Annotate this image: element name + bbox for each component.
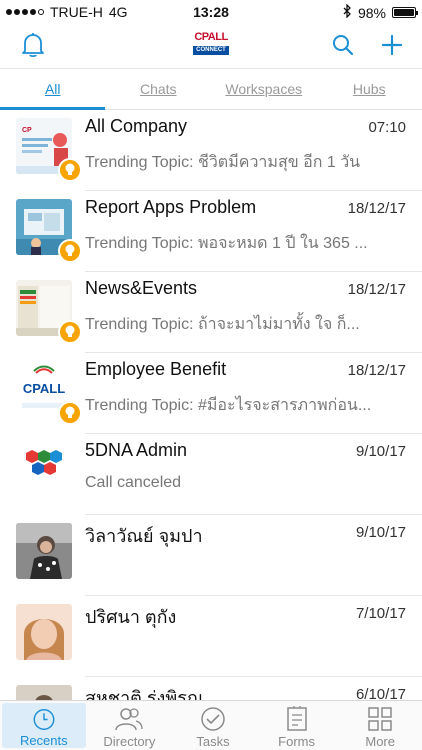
tab-bar: All Chats Workspaces Hubs bbox=[0, 68, 422, 110]
item-subtitle: Trending Topic: #มีอะไรจะสารภาพก่อน... bbox=[85, 397, 372, 414]
list-item[interactable]: CP All Company 07:10 Trending Topic: ชีว… bbox=[0, 110, 422, 191]
item-title: 5DNA Admin bbox=[85, 440, 188, 460]
user-avatar bbox=[16, 685, 72, 700]
add-button[interactable] bbox=[375, 28, 409, 62]
item-subtitle: Trending Topic: ชีวิตมีความสุข อีก 1 วัน bbox=[85, 154, 361, 171]
lightbulb-icon bbox=[65, 406, 75, 418]
lightbulb-icon bbox=[65, 244, 75, 256]
app-header: CPALL CONNECT bbox=[0, 24, 422, 66]
user-avatar bbox=[16, 604, 72, 660]
logo-text: CPALL bbox=[194, 31, 228, 43]
tab-workspaces[interactable]: Workspaces bbox=[211, 69, 317, 109]
item-date: 18/12/17 bbox=[347, 200, 406, 217]
list-item[interactable]: สหชาติ รุ่งพิรุณ 6/10/17 bbox=[0, 677, 422, 700]
nav-label: Forms bbox=[278, 734, 315, 749]
battery-percent: 98% bbox=[357, 4, 386, 21]
item-date: 7/10/17 bbox=[355, 605, 406, 622]
item-title: ปริศนา ตุกัง bbox=[85, 607, 177, 627]
trending-badge bbox=[58, 320, 82, 344]
nav-recents[interactable]: Recents bbox=[2, 703, 86, 748]
svg-text:CP: CP bbox=[22, 127, 32, 134]
item-title: สหชาติ รุ่งพิรุณ bbox=[85, 688, 204, 700]
people-icon bbox=[115, 708, 144, 731]
bottom-nav: Recents Directory Tasks Forms More bbox=[0, 700, 422, 750]
nav-label: More bbox=[365, 734, 395, 749]
search-icon bbox=[333, 35, 354, 56]
nav-more[interactable]: More bbox=[338, 701, 422, 750]
status-bar: TRUE-H 4G 13:28 98% bbox=[0, 0, 422, 24]
item-subtitle: Trending Topic: ถ้าจะมาไม่มาทั้ง ใจ ก็..… bbox=[85, 316, 360, 333]
recents-list: CP All Company 07:10 Trending Topic: ชีว… bbox=[0, 110, 422, 700]
nav-forms[interactable]: Forms bbox=[255, 701, 339, 750]
user-avatar bbox=[16, 523, 72, 579]
plus-icon bbox=[381, 34, 403, 56]
nav-label: Directory bbox=[103, 734, 156, 749]
logo-subtext: CONNECT bbox=[193, 46, 229, 55]
nav-label: Tasks bbox=[196, 734, 230, 749]
nav-label: Recents bbox=[19, 733, 68, 748]
nav-directory[interactable]: Directory bbox=[88, 701, 172, 750]
item-title: วิลาวัณย์ จุมปา bbox=[85, 526, 203, 546]
item-date: 9/10/17 bbox=[355, 524, 406, 541]
notification-button[interactable] bbox=[16, 28, 50, 62]
lightbulb-icon bbox=[65, 163, 75, 175]
tab-hubs[interactable]: Hubs bbox=[317, 69, 422, 109]
group-avatar bbox=[16, 442, 72, 498]
item-date: 07:10 bbox=[368, 119, 406, 136]
list-item[interactable]: CPALL Employee Benefit 18/12/17 Trending… bbox=[0, 353, 422, 434]
item-title: Employee Benefit bbox=[85, 359, 227, 379]
battery-icon bbox=[392, 7, 418, 18]
bluetooth-icon bbox=[343, 3, 352, 21]
bell-icon bbox=[22, 33, 44, 58]
tab-chats[interactable]: Chats bbox=[106, 69, 212, 109]
nav-tasks[interactable]: Tasks bbox=[171, 701, 255, 750]
trending-badge bbox=[58, 239, 82, 263]
clock-icon bbox=[33, 709, 55, 730]
item-title: News&Events bbox=[85, 278, 198, 298]
form-icon bbox=[286, 706, 307, 731]
item-title: Report Apps Problem bbox=[85, 197, 257, 217]
item-date: 9/10/17 bbox=[355, 443, 406, 460]
grid-icon bbox=[368, 707, 392, 731]
list-item[interactable]: Report Apps Problem 18/12/17 Trending To… bbox=[0, 191, 422, 272]
list-item[interactable]: ปริศนา ตุกัง 7/10/17 bbox=[0, 596, 422, 677]
item-title: All Company bbox=[85, 116, 188, 136]
tab-all[interactable]: All bbox=[0, 69, 106, 109]
list-item[interactable]: 5DNA Admin 9/10/17 Call canceled bbox=[0, 434, 422, 515]
lightbulb-icon bbox=[65, 325, 75, 337]
cpall-logo-text: CPALL bbox=[23, 381, 65, 396]
item-date: 18/12/17 bbox=[347, 362, 406, 379]
search-button[interactable] bbox=[326, 28, 360, 62]
list-item[interactable]: News&Events 18/12/17 Trending Topic: ถ้า… bbox=[0, 272, 422, 353]
trending-badge bbox=[58, 158, 82, 182]
item-subtitle: Trending Topic: พอจะหมด 1 ปี ใน 365 ... bbox=[85, 235, 368, 252]
item-subtitle: Call canceled bbox=[85, 474, 182, 491]
item-date: 18/12/17 bbox=[347, 281, 406, 298]
trending-badge bbox=[58, 401, 82, 425]
item-date: 6/10/17 bbox=[355, 686, 406, 700]
app-logo: CPALL CONNECT bbox=[193, 28, 229, 60]
checkmark-icon bbox=[201, 707, 225, 731]
list-item[interactable]: วิลาวัณย์ จุมปา 9/10/17 bbox=[0, 515, 422, 596]
